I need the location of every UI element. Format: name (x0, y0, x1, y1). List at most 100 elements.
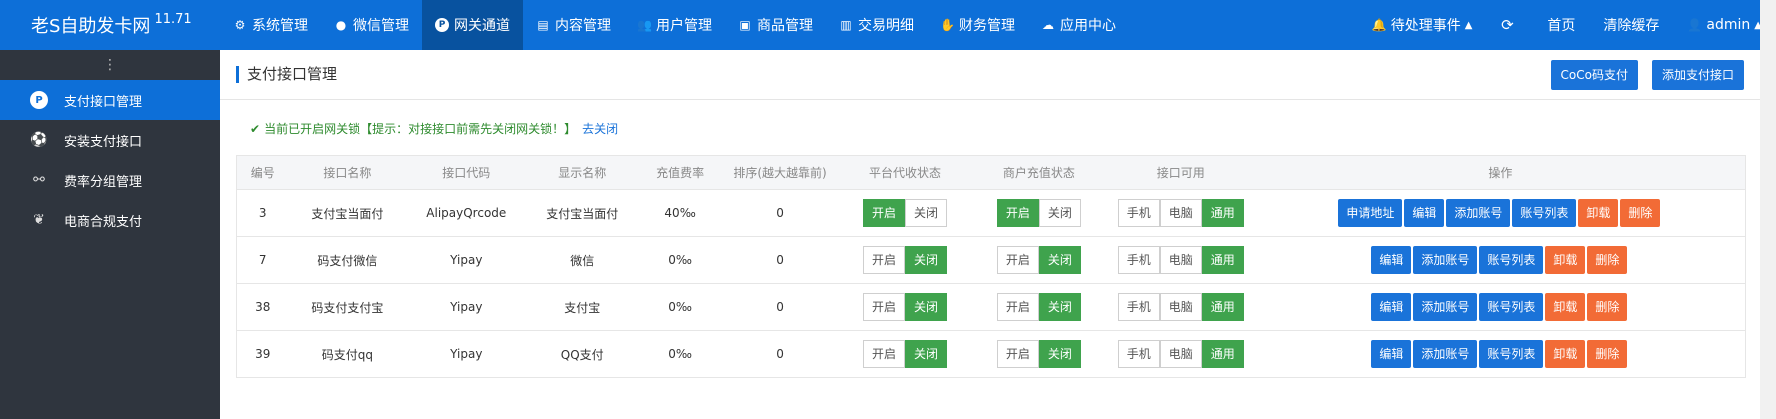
toggle-off-button[interactable]: 关闭 (1038, 340, 1081, 368)
delete-button[interactable]: 删除 (1587, 246, 1628, 274)
mobile-button[interactable]: 手机 (1117, 340, 1160, 368)
cell-merchant-status: 开启 关闭 (971, 236, 1106, 284)
toggle-on-button[interactable]: 开启 (862, 246, 905, 274)
toggle-off-button[interactable]: 关闭 (904, 246, 947, 274)
row-actions: 编辑 添加账号 账号列表 卸载 删除 (1371, 246, 1629, 274)
col-availability: 接口可用 (1105, 155, 1256, 190)
cloud-icon: ☁ (1042, 18, 1054, 32)
uninstall-button[interactable]: 卸载 (1545, 340, 1586, 368)
edit-button[interactable]: 编辑 (1404, 199, 1445, 227)
cell-actions: 申请地址 编辑 添加账号 账号列表 卸载 删除 (1255, 189, 1746, 237)
toggle-off-button[interactable]: 关闭 (904, 199, 947, 227)
refresh-button[interactable]: ⟳ (1486, 0, 1533, 50)
universal-button[interactable]: 通用 (1201, 293, 1244, 321)
edit-button[interactable]: 编辑 (1371, 293, 1412, 321)
cell-name: 码支付支付宝 (288, 283, 407, 331)
pending-events-menu[interactable]: 🔔 待处理事件 ▲ (1358, 0, 1487, 50)
sidebar-item-compliance-pay[interactable]: ❦ 电商合规支付 (0, 200, 220, 240)
col-name: 接口名称 (288, 155, 407, 190)
nav-system[interactable]: ⚙ 系统管理 (220, 0, 321, 50)
clear-cache-link[interactable]: 清除缓存 (1589, 0, 1673, 50)
toggle-on-button[interactable]: 开启 (996, 340, 1039, 368)
col-code: 接口代码 (406, 155, 527, 190)
delete-button[interactable]: 删除 (1620, 199, 1661, 227)
add-interface-button[interactable]: 添加支付接口 (1651, 59, 1744, 90)
mobile-button[interactable]: 手机 (1117, 246, 1160, 274)
cell-id: 38 (236, 283, 289, 331)
universal-button[interactable]: 通用 (1201, 199, 1244, 227)
toggle-off-button[interactable]: 关闭 (1038, 246, 1081, 274)
brand[interactable]: 老S自助发卡网 11.71 (0, 0, 220, 50)
toggle-on-button[interactable]: 开启 (862, 199, 905, 227)
nav-users[interactable]: 👥 用户管理 (624, 0, 725, 50)
mobile-button[interactable]: 手机 (1117, 199, 1160, 227)
cell-merchant-status: 开启 关闭 (971, 330, 1106, 378)
nav-apps[interactable]: ☁ 应用中心 (1028, 0, 1129, 50)
toggle-off-button[interactable]: 关闭 (904, 293, 947, 321)
account-list-button[interactable]: 账号列表 (1479, 340, 1544, 368)
edit-button[interactable]: 编辑 (1371, 246, 1412, 274)
sidebar-item-install-interface[interactable]: ⚽ 安装支付接口 (0, 120, 220, 160)
toggle-off-button[interactable]: 关闭 (1038, 293, 1081, 321)
uninstall-button[interactable]: 卸载 (1545, 246, 1586, 274)
nav-gateway[interactable]: P 网关通道 (422, 0, 523, 50)
merchant-status-toggle: 开启 关闭 (996, 293, 1081, 321)
pc-button[interactable]: 电脑 (1159, 293, 1202, 321)
add-account-button[interactable]: 添加账号 (1446, 199, 1511, 227)
leaf-icon: ❦ (33, 212, 45, 228)
delete-button[interactable]: 删除 (1587, 293, 1628, 321)
sidebar-item-label: 安装支付接口 (64, 134, 143, 150)
merchant-status-toggle: 开启 关闭 (996, 199, 1081, 227)
account-list-button[interactable]: 账号列表 (1479, 246, 1544, 274)
apply-address-button[interactable]: 申请地址 (1338, 199, 1403, 227)
toggle-off-button[interactable]: 关闭 (1038, 199, 1081, 227)
uninstall-button[interactable]: 卸载 (1578, 199, 1619, 227)
sidebar-item-payment-interface[interactable]: P 支付接口管理 (0, 80, 220, 120)
uninstall-button[interactable]: 卸载 (1545, 293, 1586, 321)
add-account-button[interactable]: 添加账号 (1413, 293, 1478, 321)
nav-trades[interactable]: ▥ 交易明细 (826, 0, 927, 50)
top-nav-right: 🔔 待处理事件 ▲ ⟳ 首页 清除缓存 👤 admin ▲ (1358, 0, 1776, 50)
col-platform-status: 平台代收状态 (838, 155, 972, 190)
home-link[interactable]: 首页 (1533, 0, 1589, 50)
table-row: 7 码支付微信 Yipay 微信 0‰ 0 开启 关闭 开启 关闭 手机 电脑 通用 编辑 添加账号 账号列表… (236, 236, 1746, 284)
universal-button[interactable]: 通用 (1201, 246, 1244, 274)
users-icon: 👥 (637, 18, 652, 32)
cell-sort: 0 (722, 236, 839, 284)
toggle-on-button[interactable]: 开启 (862, 293, 905, 321)
add-account-button[interactable]: 添加账号 (1413, 246, 1478, 274)
availability-toggle: 手机 电脑 通用 (1117, 246, 1244, 274)
toggle-on-button[interactable]: 开启 (862, 340, 905, 368)
pc-button[interactable]: 电脑 (1159, 340, 1202, 368)
sidebar-toggle[interactable]: ⋮ (0, 50, 220, 80)
account-list-button[interactable]: 账号列表 (1479, 293, 1544, 321)
pc-button[interactable]: 电脑 (1159, 246, 1202, 274)
toggle-on-button[interactable]: 开启 (996, 246, 1039, 274)
coco-pay-button[interactable]: CoCo码支付 (1550, 59, 1638, 90)
availability-toggle: 手机 电脑 通用 (1117, 340, 1244, 368)
toggle-off-button[interactable]: 关闭 (904, 340, 947, 368)
nav-goods[interactable]: ▣ 商品管理 (725, 0, 826, 50)
platform-status-toggle: 开启 关闭 (862, 199, 947, 227)
sidebar-item-rate-group[interactable]: ⚯ 费率分组管理 (0, 160, 220, 200)
document-icon: ▤ (537, 18, 549, 32)
brand-version: 11.71 (154, 11, 192, 27)
pc-button[interactable]: 电脑 (1159, 199, 1202, 227)
soccer-ball-icon: ⚽ (30, 132, 48, 148)
nav-finance[interactable]: ✋ 财务管理 (927, 0, 1028, 50)
nav-content[interactable]: ▤ 内容管理 (523, 0, 624, 50)
toggle-on-button[interactable]: 开启 (996, 199, 1039, 227)
add-account-button[interactable]: 添加账号 (1413, 340, 1478, 368)
delete-button[interactable]: 删除 (1587, 340, 1628, 368)
mobile-button[interactable]: 手机 (1117, 293, 1160, 321)
cell-sort: 0 (722, 283, 839, 331)
nav-label: 应用中心 (1060, 18, 1116, 34)
toggle-on-button[interactable]: 开启 (996, 293, 1039, 321)
vertical-scrollbar[interactable] (1760, 0, 1776, 419)
close-lock-link[interactable]: 去关闭 (582, 122, 618, 136)
universal-button[interactable]: 通用 (1201, 340, 1244, 368)
edit-button[interactable]: 编辑 (1371, 340, 1412, 368)
nav-wechat[interactable]: ● 微信管理 (321, 0, 422, 50)
availability-toggle: 手机 电脑 通用 (1117, 199, 1244, 227)
account-list-button[interactable]: 账号列表 (1512, 199, 1577, 227)
